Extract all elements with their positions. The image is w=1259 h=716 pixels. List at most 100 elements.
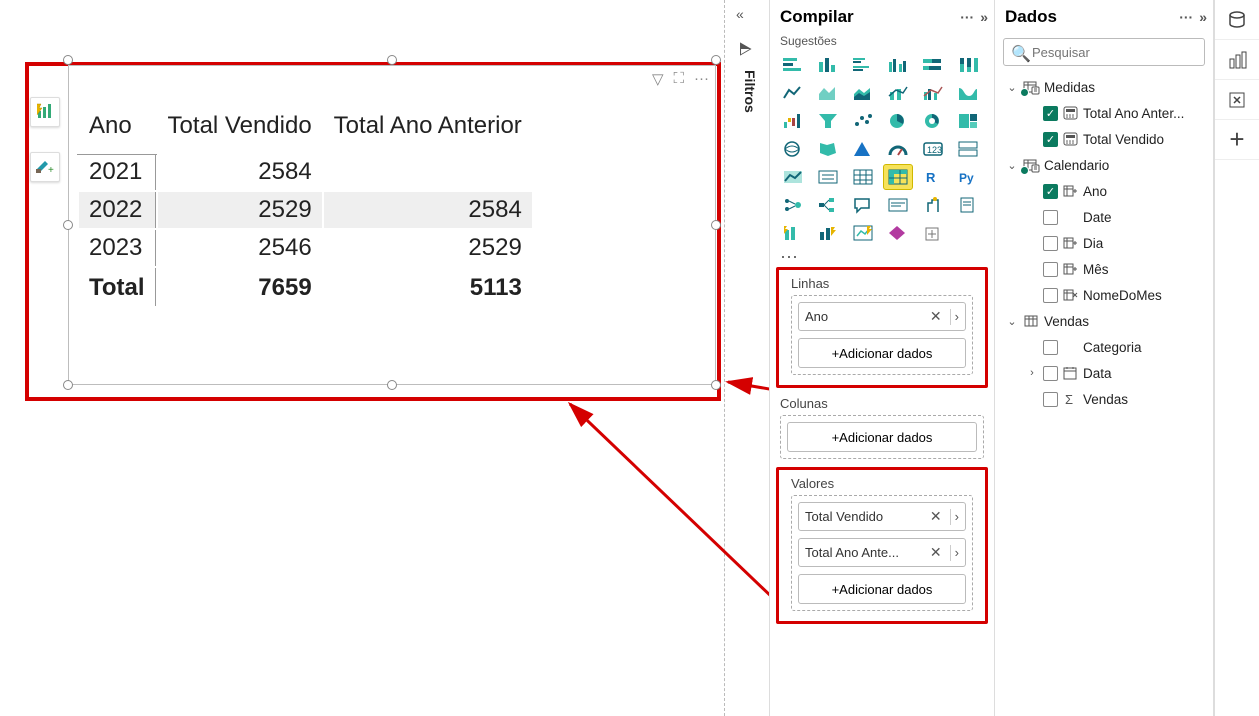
format-painter-button[interactable]: +	[30, 152, 60, 182]
viz-line-clustered-column[interactable]	[918, 80, 948, 106]
model-view-icon[interactable]	[1215, 40, 1259, 80]
field-pill-total-vendido[interactable]: Total Vendido ✕ ›	[798, 502, 966, 531]
resize-handle[interactable]	[387, 55, 397, 65]
viz-area[interactable]	[813, 80, 843, 106]
add-cols-button[interactable]: +Adicionar dados	[787, 422, 977, 452]
resize-handle[interactable]	[63, 55, 73, 65]
viz-r[interactable]: R	[918, 164, 948, 190]
viz-key-influencers[interactable]	[778, 192, 808, 218]
field-vendas[interactable]: ΣVendas	[995, 386, 1213, 412]
field-menu-icon[interactable]: ›	[955, 309, 959, 324]
resize-handle[interactable]	[711, 380, 721, 390]
pane-more-icon[interactable]: ···	[1179, 9, 1193, 25]
dax-view-icon[interactable]	[1215, 80, 1259, 120]
viz-smart-narrative[interactable]	[883, 192, 913, 218]
field-checkbox[interactable]	[1043, 366, 1058, 381]
pane-more-icon[interactable]: ···	[960, 9, 974, 25]
field-nomedomes[interactable]: NomeDoMes	[995, 282, 1213, 308]
viz-stacked-column[interactable]	[813, 52, 843, 78]
viz-app-source-1[interactable]	[813, 220, 843, 246]
field-dia[interactable]: Dia	[995, 230, 1213, 256]
viz-filled-map[interactable]	[813, 136, 843, 162]
resize-handle[interactable]	[387, 380, 397, 390]
viz-power-apps[interactable]	[883, 220, 913, 246]
viz-clustered-bar[interactable]	[848, 52, 878, 78]
resize-handle[interactable]	[711, 220, 721, 230]
add-icon[interactable]: +	[1215, 120, 1259, 160]
field-menu-icon[interactable]: ›	[955, 509, 959, 524]
field-pill-ano[interactable]: Ano ✕ ›	[798, 302, 966, 331]
viz-100-stacked-column[interactable]	[953, 52, 983, 78]
table-node-medidas[interactable]: ⌄Medidas	[995, 74, 1213, 100]
viz-kpi[interactable]	[778, 164, 808, 190]
suggest-visual-button[interactable]	[30, 97, 60, 127]
expand-filters-icon[interactable]: «	[736, 6, 744, 22]
viz-stacked-area[interactable]	[848, 80, 878, 106]
field-checkbox[interactable]	[1043, 392, 1058, 407]
rows-well[interactable]: Ano ✕ › +Adicionar dados	[791, 295, 973, 375]
col-header-ano[interactable]: Ano	[79, 108, 156, 152]
viz-stacked-bar[interactable]	[778, 52, 808, 78]
viz-scatter[interactable]	[848, 108, 878, 134]
remove-field-icon[interactable]: ✕	[926, 308, 946, 325]
field-ano[interactable]: ✓Ano	[995, 178, 1213, 204]
cols-well[interactable]: +Adicionar dados	[780, 415, 984, 459]
viz-line[interactable]	[778, 80, 808, 106]
viz-table[interactable]	[848, 164, 878, 190]
filter-icon[interactable]: ▽	[652, 70, 664, 88]
viz-100-stacked-bar[interactable]	[918, 52, 948, 78]
focus-mode-icon[interactable]: ⛶	[673, 70, 684, 88]
col-header-total-ano-anterior[interactable]: Total Ano Anterior	[324, 108, 532, 152]
field-pill-total-ano-anterior[interactable]: Total Ano Ante... ✕ ›	[798, 538, 966, 567]
field-checkbox[interactable]	[1043, 236, 1058, 251]
resize-handle[interactable]	[63, 220, 73, 230]
matrix-visual[interactable]: ▽ ⛶ ··· Ano Total Vendido Total Ano Ante…	[68, 65, 716, 385]
field-categoria[interactable]: Categoria	[995, 334, 1213, 360]
viz-slicer[interactable]	[813, 164, 843, 190]
viz-map[interactable]	[778, 136, 808, 162]
chevron-down-icon[interactable]: ⌄	[1005, 81, 1019, 94]
chevron-down-icon[interactable]: ⌄	[1005, 315, 1019, 328]
viz-get-more[interactable]	[918, 220, 948, 246]
collapse-pane-icon[interactable]: »	[980, 9, 988, 25]
viz-pie[interactable]	[883, 108, 913, 134]
viz-decomposition-tree[interactable]	[813, 192, 843, 218]
viz-waterfall[interactable]	[778, 108, 808, 134]
viz-gauge[interactable]	[883, 136, 913, 162]
viz-funnel[interactable]	[813, 108, 843, 134]
viz-ribbon[interactable]	[953, 80, 983, 106]
field-checkbox[interactable]: ✓	[1043, 132, 1058, 147]
add-values-button[interactable]: +Adicionar dados	[798, 574, 966, 604]
resize-handle[interactable]	[711, 55, 721, 65]
field-data[interactable]: ›Data	[995, 360, 1213, 386]
viz-clustered-column[interactable]	[883, 52, 913, 78]
report-canvas[interactable]: ▽ ⛶ ··· Ano Total Vendido Total Ano Ante…	[0, 0, 725, 716]
viz-donut[interactable]	[918, 108, 948, 134]
viz-qa[interactable]	[848, 192, 878, 218]
field-checkbox[interactable]	[1043, 288, 1058, 303]
viz-multi-row-card[interactable]	[953, 136, 983, 162]
add-rows-button[interactable]: +Adicionar dados	[798, 338, 966, 368]
viz-line-stacked-column[interactable]	[883, 80, 913, 106]
filters-pane-collapsed[interactable]: « ⧩ Filtros	[730, 0, 770, 716]
field-date[interactable]: Date	[995, 204, 1213, 230]
table-node-vendas[interactable]: ⌄Vendas	[995, 308, 1213, 334]
resize-handle[interactable]	[63, 380, 73, 390]
viz-treemap[interactable]	[953, 108, 983, 134]
viz-azure-map[interactable]	[848, 136, 878, 162]
values-well[interactable]: Total Vendido ✕ › Total Ano Ante... ✕ › …	[791, 495, 973, 611]
viz-power-automate[interactable]	[778, 220, 808, 246]
field-checkbox[interactable]	[1043, 340, 1058, 355]
field-m-s[interactable]: Mês	[995, 256, 1213, 282]
viz-app-source-2[interactable]	[848, 220, 878, 246]
remove-field-icon[interactable]: ✕	[926, 508, 946, 525]
viz-python[interactable]: Py	[953, 164, 983, 190]
remove-field-icon[interactable]: ✕	[926, 544, 946, 561]
chevron-down-icon[interactable]: ⌄	[1005, 159, 1019, 172]
viz-matrix[interactable]	[883, 164, 913, 190]
field-menu-icon[interactable]: ›	[955, 545, 959, 560]
search-input[interactable]	[1003, 38, 1205, 66]
field-checkbox[interactable]	[1043, 262, 1058, 277]
viz-card[interactable]: 123	[918, 136, 948, 162]
col-header-total-vendido[interactable]: Total Vendido	[158, 108, 322, 152]
